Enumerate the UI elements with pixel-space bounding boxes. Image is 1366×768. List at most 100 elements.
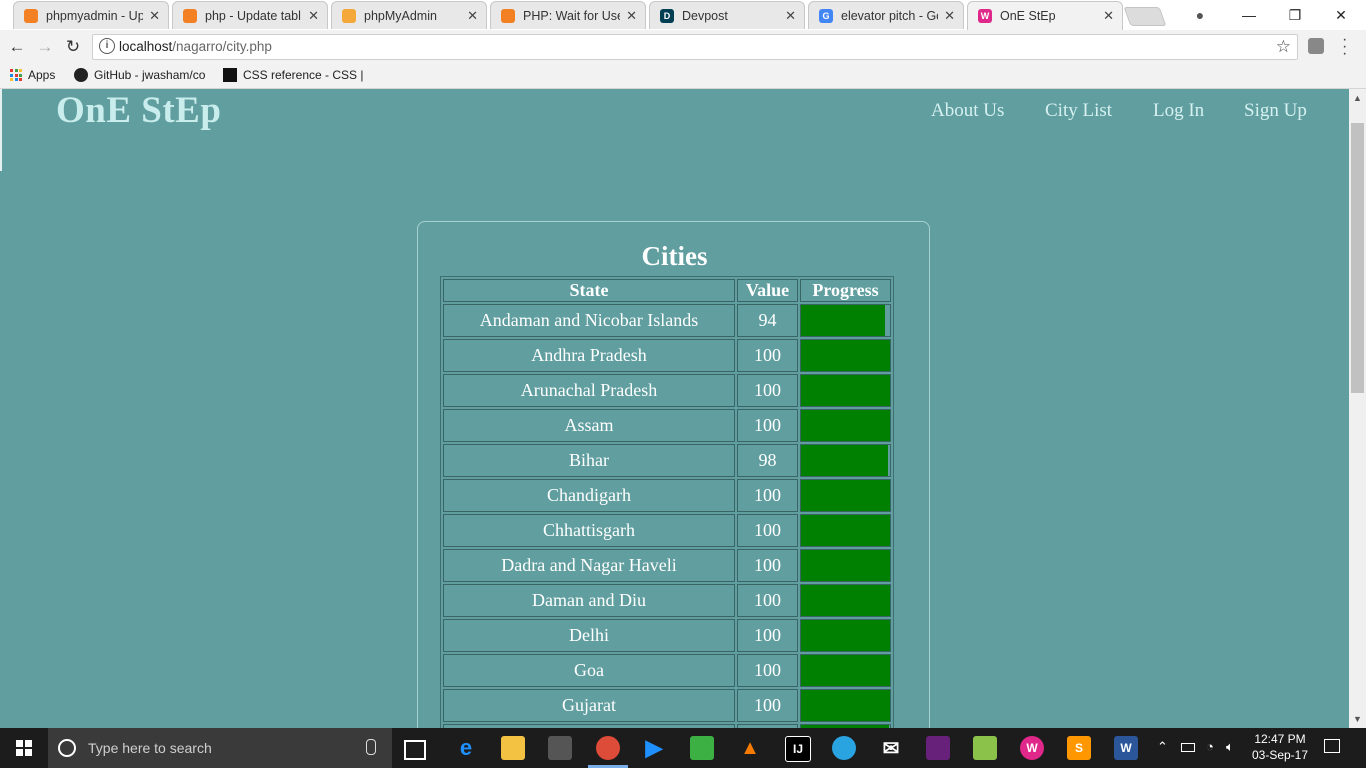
address-bar[interactable]: i localhost/nagarro/city.php ☆ [92, 34, 1298, 60]
browser-tab[interactable]: phpmyadmin - Up ✕ [13, 1, 169, 29]
table-header-row: State Value Progress [443, 279, 891, 302]
cities-title: Cities [641, 241, 708, 271]
taskbar-search[interactable]: Type here to search [48, 728, 392, 768]
css-reference-icon [223, 68, 237, 82]
bookmark-github[interactable]: GitHub - jwasham/co [74, 68, 206, 82]
table-row: Delhi 100 [443, 619, 891, 652]
arrow-app-icon[interactable] [832, 736, 856, 760]
table-row: Daman and Diu 100 [443, 584, 891, 617]
action-center-icon[interactable] [1324, 739, 1340, 753]
browser-menu-icon[interactable]: · · · [1342, 32, 1347, 62]
site-logo[interactable]: OnE StEp [56, 89, 221, 132]
tab-close-icon[interactable]: ✕ [1103, 8, 1114, 24]
sublime-text-icon[interactable]: S [1067, 736, 1091, 760]
table-row: Andhra Pradesh 100 [443, 339, 891, 372]
wamp-icon[interactable]: W [1020, 736, 1044, 760]
cell-progress [800, 304, 891, 337]
bookmark-apps[interactable]: Apps [10, 68, 55, 82]
tab-close-icon[interactable]: ✕ [467, 8, 478, 24]
nav-city-list[interactable]: City List [1045, 100, 1112, 122]
visual-studio-icon[interactable] [926, 736, 950, 760]
nav-sign-up[interactable]: Sign Up [1244, 100, 1307, 122]
cell-state: Gujarat [443, 689, 735, 722]
new-tab-button[interactable] [1123, 7, 1167, 26]
tab-close-icon[interactable]: ✕ [308, 8, 319, 24]
apps-grid-icon [10, 69, 22, 81]
tab-close-icon[interactable]: ✕ [785, 8, 796, 24]
cell-value: 100 [737, 374, 798, 407]
scroll-down-arrow[interactable]: ▼ [1353, 714, 1362, 724]
battery-icon[interactable] [1181, 743, 1195, 752]
cell-progress [800, 514, 891, 547]
back-button[interactable]: ← [6, 36, 28, 58]
tray-chevron-icon[interactable]: ⌃ [1157, 739, 1168, 755]
microphone-icon[interactable] [366, 739, 376, 755]
maximize-button[interactable]: ❐ [1272, 0, 1318, 30]
mail-icon[interactable]: ✉ [879, 736, 903, 760]
browser-tab[interactable]: W OnE StEp ✕ [967, 1, 1123, 30]
nav-log-in[interactable]: Log In [1153, 100, 1204, 122]
word-icon[interactable]: W [1114, 736, 1138, 760]
chrome-icon[interactable] [596, 736, 620, 760]
start-button[interactable] [0, 728, 48, 768]
cell-state: Dadra and Nagar Haveli [443, 549, 735, 582]
google-icon: G [819, 8, 833, 23]
nav-about-us[interactable]: About Us [931, 100, 1004, 122]
wifi-icon[interactable]: ◔ [1206, 739, 1214, 754]
cell-progress [800, 409, 891, 442]
scroll-thumb[interactable] [1351, 123, 1364, 393]
file-explorer-icon[interactable] [501, 736, 525, 760]
reload-button[interactable]: ↻ [62, 36, 84, 58]
bookmark-star-icon[interactable]: ☆ [1276, 37, 1291, 57]
table-row: Chhattisgarh 100 [443, 514, 891, 547]
account-icon[interactable]: ● [1190, 5, 1210, 25]
cell-progress [800, 339, 891, 372]
cell-value: 100 [737, 619, 798, 652]
cell-progress [800, 549, 891, 582]
tab-close-icon[interactable]: ✕ [944, 8, 955, 24]
progress-bar [801, 305, 885, 336]
header-edge [0, 89, 2, 171]
cell-state: Andaman and Nicobar Islands [443, 304, 735, 337]
extension-icon[interactable] [1308, 38, 1324, 54]
cell-value: 100 [737, 549, 798, 582]
chart-app-icon[interactable] [973, 736, 997, 760]
app-grid-icon[interactable] [690, 736, 714, 760]
tab-close-icon[interactable]: ✕ [626, 8, 637, 24]
forward-button[interactable]: → [34, 36, 56, 58]
matlab-icon[interactable]: ▲ [738, 736, 762, 760]
browser-tab[interactable]: PHP: Wait for User ✕ [490, 1, 646, 29]
intellij-icon[interactable]: IJ [785, 736, 811, 762]
volume-icon[interactable]: 🔈︎ [1226, 739, 1234, 755]
browser-tab[interactable]: php - Update tabl ✕ [172, 1, 328, 29]
task-view-icon[interactable] [404, 740, 426, 760]
cell-value: 100 [737, 689, 798, 722]
browser-tab[interactable]: Gelevator pitch - Go ✕ [808, 1, 964, 29]
minimize-button[interactable]: — [1226, 0, 1272, 30]
browser-tab[interactable]: D Devpost ✕ [649, 1, 805, 29]
cell-progress [800, 479, 891, 512]
close-window-button[interactable]: ✕ [1318, 0, 1364, 30]
address-url[interactable]: localhost/nagarro/city.php [119, 39, 272, 54]
clock-date: 03-Sep-17 [1251, 748, 1309, 762]
store-icon[interactable] [548, 736, 572, 760]
info-icon[interactable]: i [99, 38, 115, 54]
tab-title: Devpost [682, 8, 728, 23]
progress-bar [801, 410, 890, 441]
cell-value: 94 [737, 304, 798, 337]
media-player-icon[interactable]: ▶ [642, 735, 666, 760]
table-row: Andaman and Nicobar Islands 94 [443, 304, 891, 337]
edge-icon[interactable]: e [454, 735, 478, 760]
devpost-icon: D [660, 8, 674, 23]
progress-bar [801, 585, 890, 616]
taskbar-clock[interactable]: 12:47 PM 03-Sep-17 [1244, 731, 1316, 763]
bookmark-css-reference[interactable]: CSS reference - CSS | [223, 68, 364, 82]
tab-close-icon[interactable]: ✕ [149, 8, 160, 24]
cell-value: 100 [737, 339, 798, 372]
scroll-up-arrow[interactable]: ▲ [1353, 93, 1362, 103]
cell-value: 100 [737, 654, 798, 687]
browser-tab[interactable]: phpMyAdmin ✕ [331, 1, 487, 29]
tab-title: php - Update tabl [205, 8, 301, 23]
page-scrollbar[interactable]: ▲ ▼ [1349, 89, 1366, 728]
wamp-icon: W [978, 9, 992, 23]
